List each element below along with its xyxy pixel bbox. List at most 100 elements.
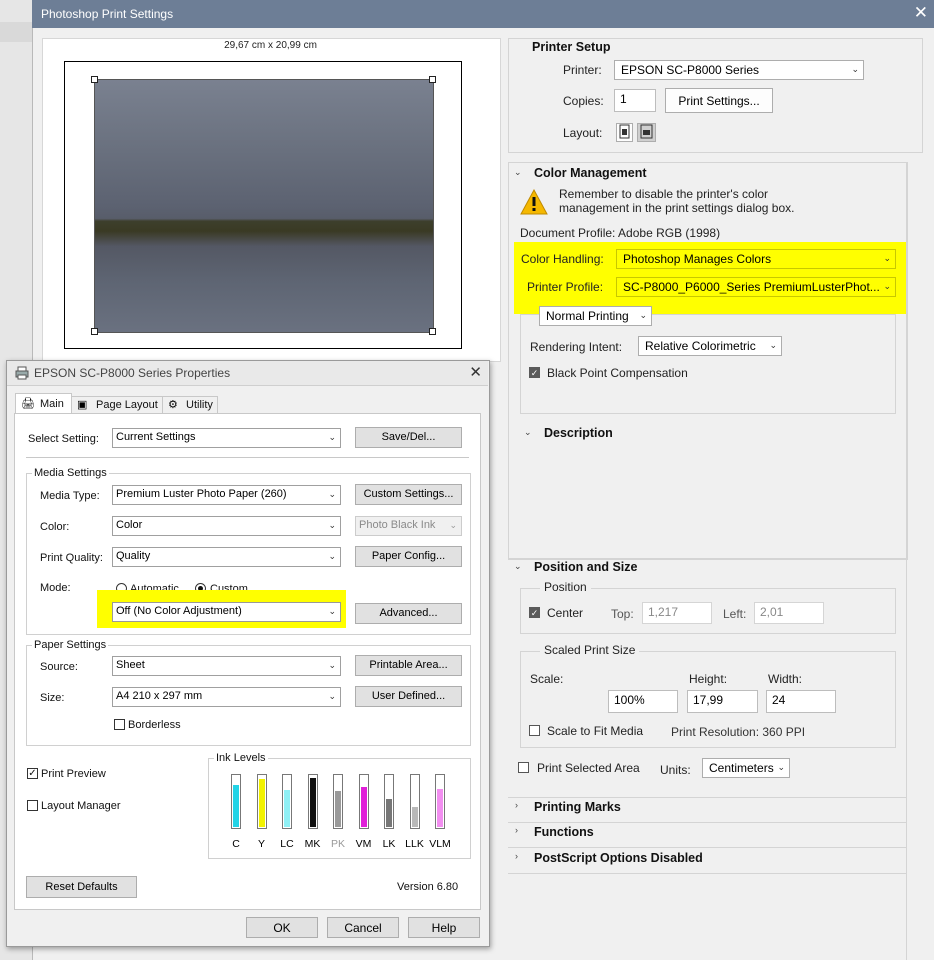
close-icon[interactable]: ✕ <box>469 363 482 381</box>
ink-label: LK <box>382 838 396 850</box>
tab-main-label: Main <box>40 398 64 410</box>
landscape-layout-icon[interactable] <box>637 123 656 142</box>
size-label: Size: <box>40 692 65 704</box>
source-dropdown[interactable]: Sheet ⌄ <box>112 656 341 676</box>
color-dropdown[interactable]: Color ⌄ <box>112 516 341 536</box>
normal-printing-select[interactable]: Normal Printing ⌄ <box>539 306 652 326</box>
resize-handle-tr[interactable] <box>429 76 436 83</box>
wrench-icon: ⚙ <box>168 399 178 411</box>
media-settings-label: Media Settings <box>32 467 109 479</box>
ink-levels-chart: C Y LC MK PK VM LK LLK VLM <box>224 774 464 854</box>
layout-manager-checkbox[interactable] <box>27 800 38 811</box>
printer-profile-select[interactable]: SC-P8000_P6000_Series PremiumLusterPhot.… <box>616 277 896 297</box>
expand-chevron-icon[interactable]: › <box>515 800 518 810</box>
left-input[interactable]: 2,01 <box>754 602 824 624</box>
cancel-button[interactable]: Cancel <box>327 917 399 938</box>
units-select[interactable]: Centimeters ⌄ <box>702 758 790 778</box>
resize-handle-tl[interactable] <box>91 76 98 83</box>
scrollbar-track[interactable] <box>906 162 907 960</box>
scale-to-fit-checkbox[interactable] <box>529 725 540 736</box>
width-input[interactable]: 24 <box>766 690 836 713</box>
user-defined-button[interactable]: User Defined... <box>355 686 462 707</box>
printable-area-button[interactable]: Printable Area... <box>355 655 462 676</box>
print-selected-area-checkbox[interactable] <box>518 762 529 773</box>
height-input[interactable]: 17,99 <box>687 690 758 713</box>
help-button[interactable]: Help <box>408 917 480 938</box>
ink-label: LLK <box>405 838 424 850</box>
expand-chevron-icon[interactable]: › <box>515 851 518 861</box>
source-label: Source: <box>40 661 78 673</box>
ink-bar-lc <box>282 774 292 829</box>
ink-label: PK <box>330 838 345 850</box>
copies-input[interactable]: 1 <box>614 89 656 112</box>
paper-config-button[interactable]: Paper Config... <box>355 546 462 567</box>
collapse-chevron-icon[interactable]: ⌄ <box>514 167 522 178</box>
warning-text: Remember to disable the printer's color … <box>559 187 795 215</box>
print-settings-button[interactable]: Print Settings... <box>665 88 773 113</box>
layout-manager-label: Layout Manager <box>41 800 121 812</box>
printer-setup-header: Printer Setup <box>532 40 611 54</box>
printer-select[interactable]: EPSON SC-P8000 Series ⌄ <box>614 60 864 80</box>
print-preview-checkbox[interactable]: ✓ <box>27 768 38 779</box>
collapse-chevron-icon[interactable]: ⌄ <box>524 427 532 438</box>
main-tab-icon: 🖨 <box>21 398 35 410</box>
ink-level-fill <box>411 807 418 827</box>
scaled-print-size-label: Scaled Print Size <box>540 643 640 657</box>
ink-levels-label: Ink Levels <box>214 752 268 764</box>
collapse-chevron-icon[interactable]: ⌄ <box>514 561 522 572</box>
mode-dropdown[interactable]: Off (No Color Adjustment) ⌄ <box>112 602 341 622</box>
height-label: Height: <box>689 672 728 686</box>
bpc-checkbox[interactable]: ✓ <box>529 367 540 378</box>
borderless-label: Borderless <box>128 719 181 731</box>
rendering-intent-select[interactable]: Relative Colorimetric ⌄ <box>638 336 782 356</box>
save-del-button[interactable]: Save/Del... <box>355 427 462 448</box>
print-quality-dropdown[interactable]: Quality ⌄ <box>112 547 341 567</box>
description-header: Description <box>544 426 613 440</box>
section-printing-marks[interactable]: Printing Marks <box>534 800 621 814</box>
preview-image[interactable] <box>94 79 434 333</box>
ink-dropdown[interactable]: Photo Black Ink ⌄ <box>355 516 462 536</box>
chevron-down-icon: ⌄ <box>769 340 777 350</box>
reset-defaults-button[interactable]: Reset Defaults <box>26 876 137 898</box>
page-layout-icon: ▣ <box>77 399 88 411</box>
resize-handle-br[interactable] <box>429 328 436 335</box>
select-setting-value: Current Settings <box>116 431 196 443</box>
copies-label: Copies: <box>563 94 604 108</box>
units-label: Units: <box>660 763 691 777</box>
scale-to-fit-label: Scale to Fit Media <box>547 724 644 738</box>
tab-utility[interactable]: ⚙ Utility <box>162 396 218 414</box>
ok-button[interactable]: OK <box>246 917 318 938</box>
color-handling-select[interactable]: Photoshop Manages Colors ⌄ <box>616 249 896 269</box>
media-type-value: Premium Luster Photo Paper (260) <box>116 488 287 500</box>
color-management-header: Color Management <box>534 166 647 180</box>
close-icon[interactable]: ✕ <box>914 3 928 23</box>
chevron-down-icon: ⌄ <box>328 432 336 442</box>
chevron-down-icon: ⌄ <box>883 253 891 263</box>
scale-input[interactable]: 100% <box>608 690 678 713</box>
divider <box>508 797 906 798</box>
custom-settings-button[interactable]: Custom Settings... <box>355 484 462 505</box>
printer-value: EPSON SC-P8000 Series <box>621 63 760 77</box>
ink-level-fill <box>258 779 265 827</box>
center-checkbox[interactable]: ✓ <box>529 607 540 618</box>
window-titlebar: Photoshop Print Settings ✕ <box>32 0 934 28</box>
section-postscript[interactable]: PostScript Options Disabled <box>534 851 703 865</box>
resize-handle-bl[interactable] <box>91 328 98 335</box>
tab-page-layout[interactable]: ▣ Page Layout <box>71 396 164 414</box>
select-setting-dropdown[interactable]: Current Settings ⌄ <box>112 428 341 448</box>
advanced-button[interactable]: Advanced... <box>355 603 462 624</box>
media-type-dropdown[interactable]: Premium Luster Photo Paper (260) ⌄ <box>112 485 341 505</box>
top-input[interactable]: 1,217 <box>642 602 712 624</box>
section-functions[interactable]: Functions <box>534 825 594 839</box>
ink-label: LC <box>280 838 294 850</box>
chevron-down-icon: ⌄ <box>883 281 891 291</box>
tab-utility-label: Utility <box>186 399 213 411</box>
size-dropdown[interactable]: A4 210 x 297 mm ⌄ <box>112 687 341 707</box>
expand-chevron-icon[interactable]: › <box>515 825 518 835</box>
source-value: Sheet <box>116 659 145 671</box>
portrait-layout-icon[interactable] <box>616 123 633 142</box>
borderless-checkbox[interactable] <box>114 719 125 730</box>
tab-page-layout-label: Page Layout <box>96 399 158 411</box>
tab-main[interactable]: 🖨 Main <box>15 393 72 415</box>
ink-level-fill <box>309 778 316 827</box>
